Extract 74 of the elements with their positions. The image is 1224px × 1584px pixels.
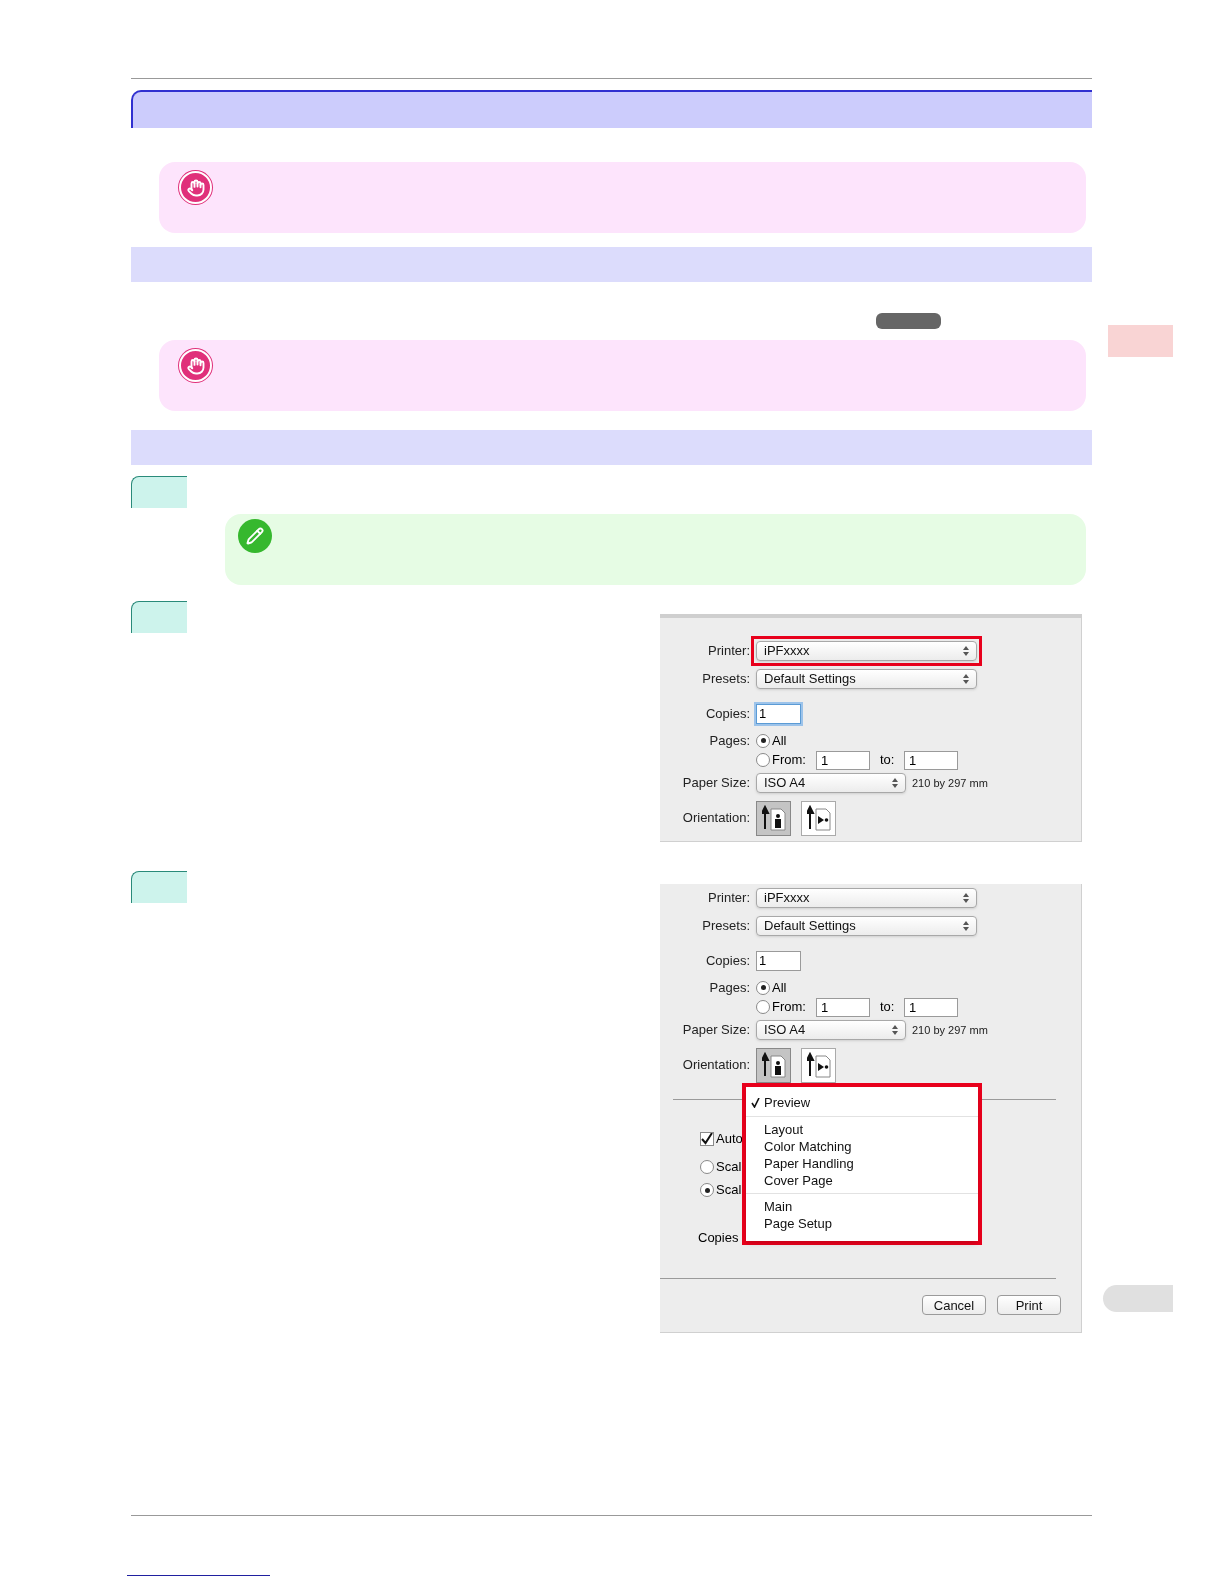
checkmark-icon xyxy=(701,1133,713,1145)
landscape-orientation-icon xyxy=(806,1052,831,1078)
step-number-box xyxy=(131,871,187,903)
radio-button[interactable] xyxy=(756,753,770,767)
popup-value: Default Settings xyxy=(764,917,856,936)
field-label: Pages: xyxy=(708,978,751,997)
field-label: to: xyxy=(879,751,896,770)
copies-field[interactable]: 1 xyxy=(756,704,801,724)
field-label: Printer: xyxy=(707,642,751,661)
step-number-box xyxy=(131,476,187,508)
popup-menu[interactable]: Default Settings xyxy=(756,669,977,689)
field-label: Presets: xyxy=(701,917,751,936)
field-label: Copies: xyxy=(704,705,751,724)
paper-dimensions: 210 by 297 mm xyxy=(912,1022,988,1038)
radio-option[interactable]: From: xyxy=(756,997,806,1017)
popup-value: ISO A4 xyxy=(764,774,806,793)
popup-value: ISO A4 xyxy=(764,1021,806,1040)
menu-item[interactable]: Preview xyxy=(746,1094,978,1112)
up-down-arrows-icon xyxy=(963,646,969,656)
popup-menu[interactable]: ISO A4 xyxy=(756,773,906,793)
field-label: Orientation: xyxy=(681,809,751,828)
popup-value: iPFxxxx xyxy=(764,642,810,661)
to-page-field[interactable]: 1 xyxy=(903,750,958,770)
orientation-button[interactable] xyxy=(801,800,836,836)
orientation-button[interactable] xyxy=(756,1047,791,1083)
field-label: Paper Size: xyxy=(681,774,751,793)
field-label: to: xyxy=(879,998,896,1017)
radio-button[interactable] xyxy=(700,1183,714,1197)
button-label-pill xyxy=(876,313,941,329)
popup-menu[interactable]: iPFxxxx xyxy=(756,888,977,908)
menu-item[interactable]: Main xyxy=(746,1198,978,1215)
field-label: Printer: xyxy=(707,889,751,908)
copies-field[interactable]: 1 xyxy=(756,951,801,971)
hand-icon xyxy=(179,171,212,204)
popup-menu[interactable]: Default Settings xyxy=(756,916,977,936)
field-label: Pages: xyxy=(708,731,751,750)
hand-icon xyxy=(179,349,212,382)
field-label: Paper Size: xyxy=(681,1021,751,1040)
dialog-button[interactable]: Cancel xyxy=(922,1295,986,1315)
popup-value: iPFxxxx xyxy=(764,889,810,908)
field-label: Copies: xyxy=(704,952,751,971)
popup-menu[interactable]: ISO A4 xyxy=(756,1020,906,1040)
radio-button[interactable] xyxy=(756,980,770,995)
up-down-arrows-icon xyxy=(963,921,969,931)
paper-dimensions: 210 by 297 mm xyxy=(912,775,988,791)
up-down-arrows-icon xyxy=(963,893,969,903)
popup-value: Default Settings xyxy=(764,670,856,689)
menu-item[interactable]: Page Setup xyxy=(746,1215,978,1232)
portrait-orientation-icon xyxy=(761,805,786,831)
up-down-arrows-icon xyxy=(892,1025,898,1035)
orientation-button[interactable] xyxy=(756,800,791,836)
field-label: Copies xyxy=(698,1229,740,1247)
dialog-button[interactable]: Print xyxy=(997,1295,1061,1315)
popup-menu[interactable]: iPFxxxx xyxy=(756,641,977,661)
radio-button[interactable] xyxy=(756,1000,770,1014)
landscape-orientation-icon xyxy=(806,805,831,831)
radio-option[interactable]: From: xyxy=(756,750,806,770)
up-down-arrows-icon xyxy=(963,674,969,684)
portrait-orientation-icon xyxy=(761,1052,786,1078)
radio-button[interactable] xyxy=(700,1160,714,1174)
radio-button[interactable] xyxy=(756,733,770,748)
radio-option[interactable]: All xyxy=(756,977,787,998)
step-number-box xyxy=(131,601,187,633)
checkmark-icon xyxy=(751,1098,760,1108)
up-down-arrows-icon xyxy=(892,778,898,788)
to-page-field[interactable]: 1 xyxy=(903,997,958,1017)
field-label: Orientation: xyxy=(681,1056,751,1075)
radio-option[interactable]: All xyxy=(756,730,787,751)
orientation-button[interactable] xyxy=(801,1047,836,1083)
from-page-field[interactable]: 1 xyxy=(815,750,870,770)
pencil-icon xyxy=(238,519,272,553)
from-page-field[interactable]: 1 xyxy=(815,997,870,1017)
checkbox[interactable] xyxy=(700,1132,714,1146)
field-label: Presets: xyxy=(701,670,751,689)
